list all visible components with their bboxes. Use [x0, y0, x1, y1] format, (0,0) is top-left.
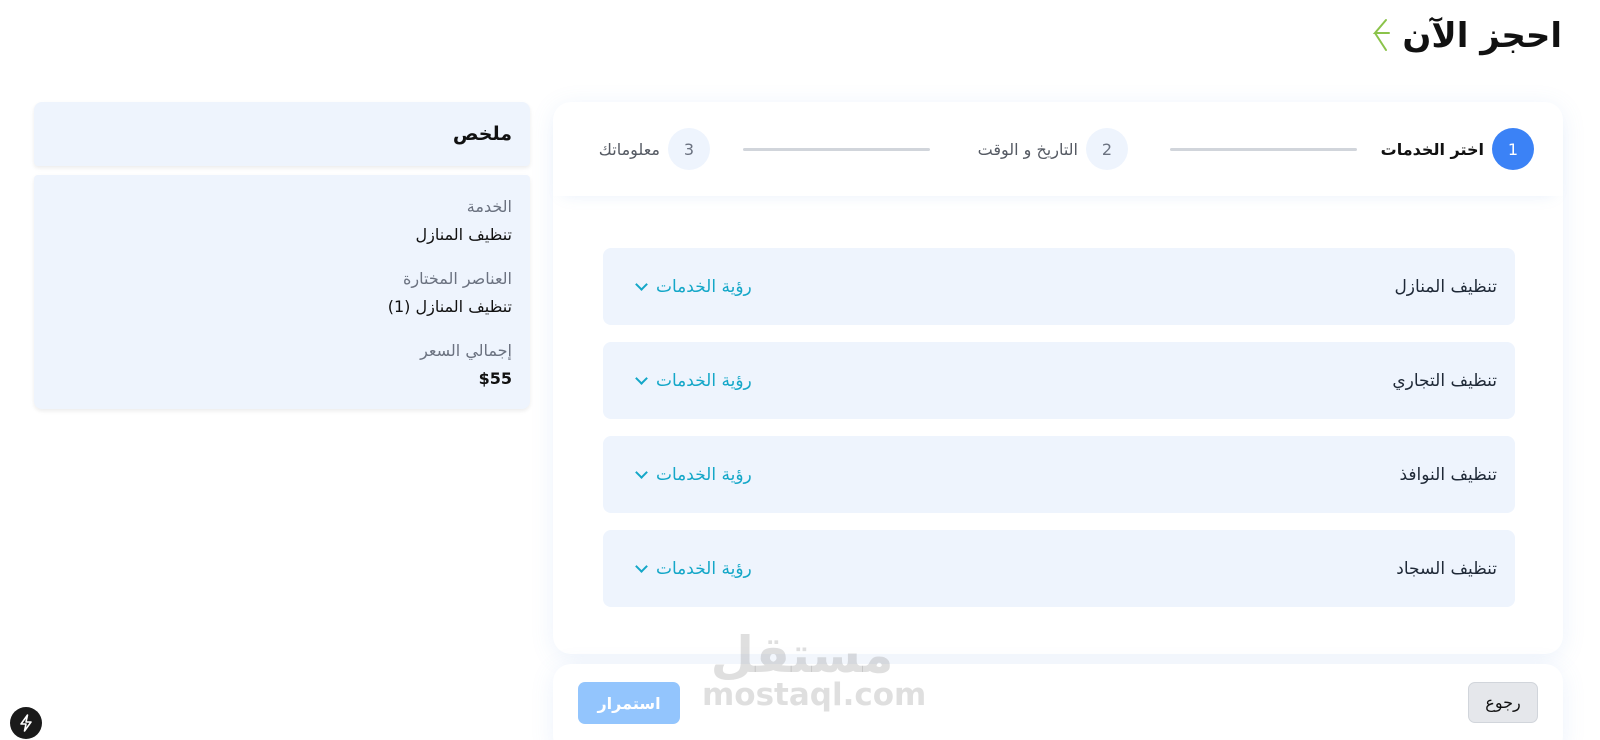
step-label: التاريخ و الوقت	[977, 139, 1078, 159]
step-number: 2	[1086, 128, 1128, 170]
summary-header: ملخص	[34, 102, 530, 166]
step-label: معلوماتك	[598, 139, 660, 159]
stepper: 1 اختر الخدمات 2 التاريخ و الوقت 3 معلوم…	[553, 102, 1563, 196]
view-services-label: رؤية الخدمات	[656, 464, 752, 485]
booking-card: 1 اختر الخدمات 2 التاريخ و الوقت 3 معلوم…	[553, 102, 1563, 654]
view-services-label: رؤية الخدمات	[656, 558, 752, 579]
chevron-down-icon	[635, 559, 648, 573]
service-item[interactable]: رؤية الخدمات تنظيف النوافذ	[603, 436, 1515, 513]
back-button[interactable]: رجوع	[1468, 682, 1538, 723]
service-name: تنظيف السجاد	[1396, 558, 1497, 579]
chevron-down-icon	[635, 277, 648, 291]
summary-panel: الخدمة تنظيف المنازل العناصر المختارة تن…	[34, 175, 530, 409]
chevron-down-icon	[635, 465, 648, 479]
summary-items-label: العناصر المختارة	[403, 269, 512, 288]
service-item[interactable]: رؤية الخدمات تنظيف السجاد	[603, 530, 1515, 607]
step-number: 1	[1492, 128, 1534, 170]
continue-button[interactable]: استمرار	[578, 682, 680, 724]
arrow-icon	[1370, 17, 1392, 60]
view-services-button[interactable]: رؤية الخدمات	[635, 276, 752, 297]
action-bar: رجوع استمرار	[553, 664, 1563, 740]
step-date-time[interactable]: 2 التاريخ و الوقت	[978, 128, 1128, 170]
summary-total-value: $55	[478, 369, 512, 388]
step-connector	[743, 148, 930, 151]
step-your-info[interactable]: 3 معلوماتك	[599, 128, 710, 170]
view-services-button[interactable]: رؤية الخدمات	[635, 464, 752, 485]
summary-service-value: تنظيف المنازل	[415, 225, 512, 244]
page-title-text: احجز الآن	[1402, 16, 1562, 56]
view-services-label: رؤية الخدمات	[656, 276, 752, 297]
step-number: 3	[668, 128, 710, 170]
view-services-button[interactable]: رؤية الخدمات	[635, 370, 752, 391]
service-name: تنظيف المنازل	[1394, 276, 1497, 297]
service-item[interactable]: رؤية الخدمات تنظيف المنازل	[603, 248, 1515, 325]
view-services-label: رؤية الخدمات	[656, 370, 752, 391]
summary-service-label: الخدمة	[466, 197, 512, 216]
summary-total-label: إجمالي السعر	[420, 341, 512, 360]
step-label: اختر الخدمات	[1380, 139, 1484, 159]
step-choose-services[interactable]: 1 اختر الخدمات	[1381, 128, 1534, 170]
service-name: تنظيف التجاري	[1392, 370, 1497, 391]
summary-title: ملخص	[452, 123, 512, 145]
service-item[interactable]: رؤية الخدمات تنظيف التجاري	[603, 342, 1515, 419]
bolt-icon[interactable]	[10, 707, 42, 739]
service-name: تنظيف النوافذ	[1399, 464, 1497, 485]
page-title: احجز الآن	[1370, 10, 1562, 62]
step-connector	[1170, 148, 1357, 151]
view-services-button[interactable]: رؤية الخدمات	[635, 558, 752, 579]
chevron-down-icon	[635, 371, 648, 385]
services-list: رؤية الخدمات تنظيف المنازل رؤية الخدمات …	[603, 248, 1515, 624]
summary-items-value: تنظيف المنازل (1)	[387, 297, 512, 316]
